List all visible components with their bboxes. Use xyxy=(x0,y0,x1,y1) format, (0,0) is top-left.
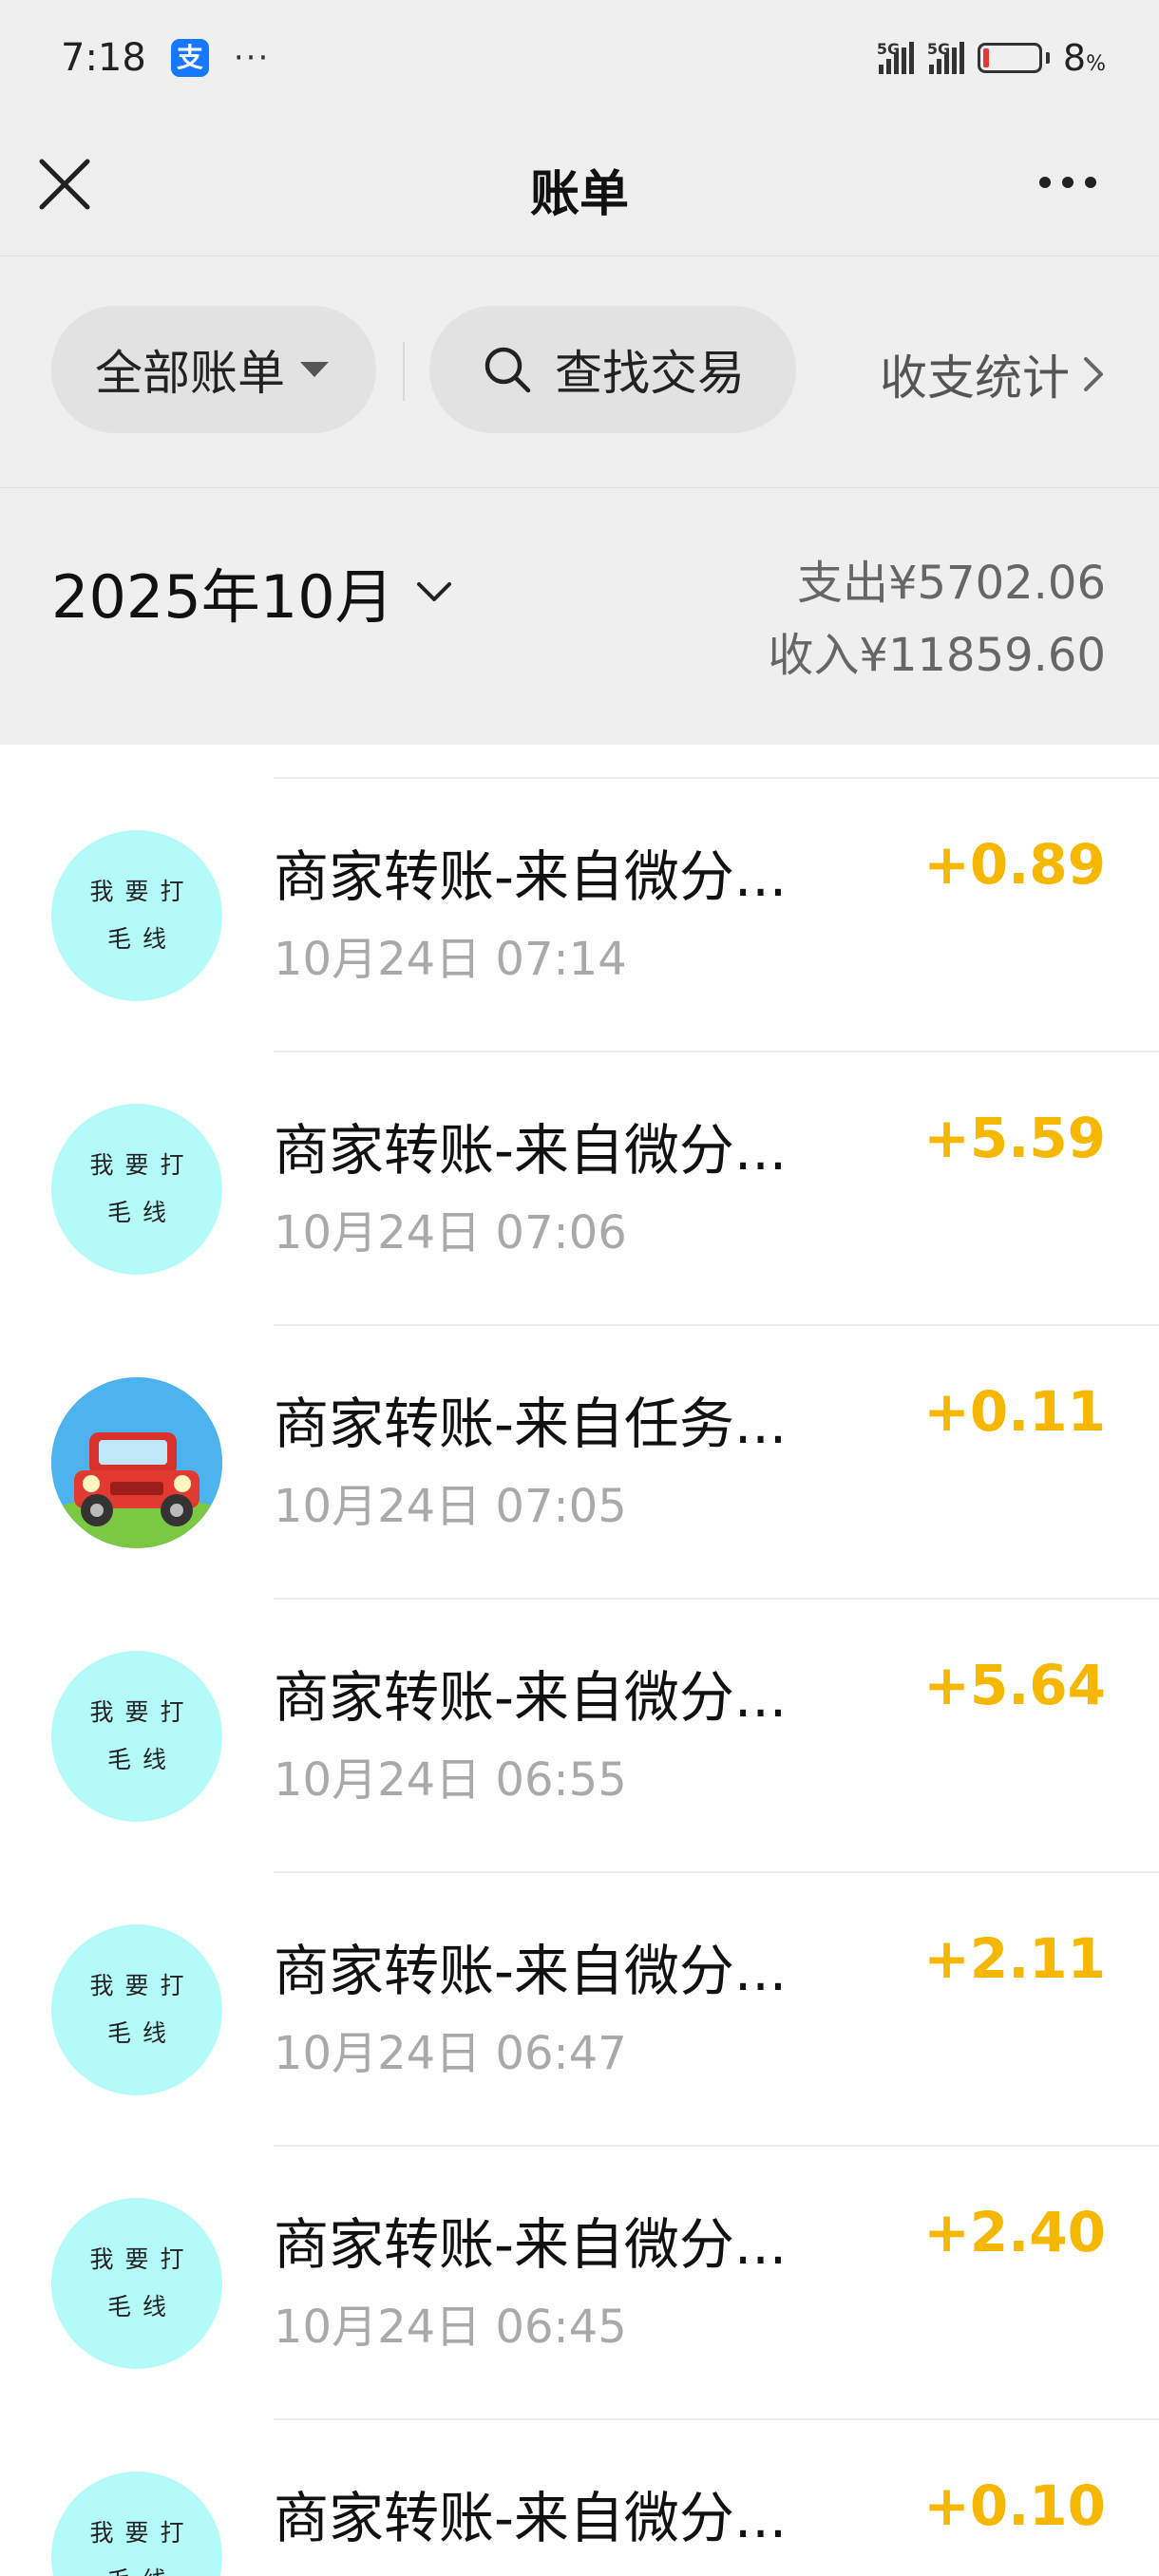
transaction-title: 商家转账-来自微分... xyxy=(274,2486,788,2550)
transaction-title: 商家转账-来自微分... xyxy=(274,2212,788,2277)
transaction-amount: +5.59 xyxy=(923,1106,1106,1170)
nav-bar: 账单 xyxy=(0,116,1159,256)
alipay-notification-icon: 支 xyxy=(170,39,209,77)
transaction-time: 10月24日 07:05 xyxy=(274,1480,627,1533)
transaction-row[interactable]: 我要打 毛线 商家转账-来自微分... 10月24日 07:06 +5.59 xyxy=(0,1052,1159,1326)
month-summary: 2025年10月 支出¥5702.06 收入¥11859.60 xyxy=(0,488,1159,745)
status-time: 7:18 xyxy=(61,36,146,80)
transaction-time: 10月24日 06:45 xyxy=(274,2301,627,2354)
stats-label: 收支统计 xyxy=(880,350,1070,406)
bills-screen: 7:18 支 ··· 5G 5G 8% 账单 全部账单 查找交易 收支统计 20… xyxy=(0,0,1159,2576)
more-button[interactable] xyxy=(1039,163,1106,201)
search-transactions-button[interactable]: 查找交易 xyxy=(429,306,796,433)
merchant-avatar: 我要打 毛线 xyxy=(51,1924,222,2095)
caret-down-icon xyxy=(300,362,329,377)
transaction-amount: +0.11 xyxy=(923,1379,1106,1444)
list-top-divider xyxy=(274,745,1159,779)
month-picker[interactable]: 2025年10月 xyxy=(51,549,453,635)
expense-total: 支出¥5702.06 xyxy=(796,557,1106,610)
income-expense-stats-link[interactable]: 收支统计 xyxy=(880,340,1106,408)
filter-bar: 全部账单 查找交易 收支统计 xyxy=(0,256,1159,488)
transaction-amount: +2.11 xyxy=(923,1926,1106,1991)
merchant-avatar: 我要打 毛线 xyxy=(51,830,222,1001)
car-icon xyxy=(51,1377,222,1548)
chevron-down-icon xyxy=(416,582,451,601)
merchant-avatar: 我要打 毛线 xyxy=(51,1651,222,1822)
status-left: 7:18 支 ··· xyxy=(61,36,270,80)
transaction-title: 商家转账-来自任务... xyxy=(274,1392,788,1456)
signal-icon-1: 5G xyxy=(876,40,914,74)
search-transactions-label: 查找交易 xyxy=(555,346,745,401)
merchant-avatar: 我要打 毛线 xyxy=(51,1104,222,1275)
transaction-list: 我要打 毛线 商家转账-来自微分... 10月24日 07:14 +0.89 我… xyxy=(0,745,1159,2576)
merchant-avatar: 我要打 毛线 xyxy=(51,2472,222,2576)
more-icon-dot xyxy=(1062,177,1074,188)
status-right: 5G 5G 8% xyxy=(877,37,1106,79)
transaction-row[interactable]: 我要打 毛线 商家转账-来自微分... 10月24日 07:14 +0.89 xyxy=(0,779,1159,1052)
month-label: 2025年10月 xyxy=(51,562,394,632)
battery-icon xyxy=(977,43,1050,73)
transaction-row[interactable]: 我要打 毛线 商家转账-来自微分... 10月24日 06:47 +2.11 xyxy=(0,1873,1159,2147)
transaction-time: 10月24日 06:47 xyxy=(274,2027,627,2080)
page-title: 账单 xyxy=(529,166,629,223)
transaction-title: 商家转账-来自微分... xyxy=(274,1665,788,1730)
search-icon xyxy=(484,347,531,393)
transaction-amount: +0.89 xyxy=(923,832,1106,897)
transaction-title: 商家转账-来自微分... xyxy=(274,1939,788,2003)
transaction-time: 10月24日 06:55 xyxy=(274,1753,627,1807)
transaction-time: 10月24日 07:06 xyxy=(274,1206,627,1260)
transaction-amount: +5.64 xyxy=(923,1653,1106,1717)
transaction-row[interactable]: 我要打 毛线 商家转账-来自微分... 10月24日 06:45 +2.40 xyxy=(0,2147,1159,2420)
merchant-avatar: 我要打 毛线 xyxy=(51,2198,222,2369)
battery-percent: 8% xyxy=(1062,37,1106,79)
more-icon-dot xyxy=(1039,177,1051,188)
status-bar: 7:18 支 ··· 5G 5G 8% xyxy=(0,0,1159,116)
income-total: 收入¥11859.60 xyxy=(768,629,1106,682)
transaction-row[interactable]: 我要打 毛线 商家转账-来自微分... 10月24日 06:55 +5.64 xyxy=(0,1600,1159,1873)
network-type-label: 5G xyxy=(926,40,951,58)
transaction-amount: +2.40 xyxy=(923,2200,1106,2264)
transaction-row[interactable]: 商家转账-来自任务... 10月24日 07:05 +0.11 xyxy=(0,1326,1159,1600)
all-bills-label: 全部账单 xyxy=(95,346,285,401)
notification-more-icon: ··· xyxy=(233,39,271,77)
network-type-label: 5G xyxy=(876,40,901,58)
signal-icon-2: 5G xyxy=(926,40,964,74)
more-icon-dot xyxy=(1085,177,1096,188)
transaction-amount: +0.10 xyxy=(923,2473,1106,2538)
filter-divider xyxy=(403,342,405,401)
transaction-time: 10月24日 07:14 xyxy=(274,933,627,986)
all-bills-dropdown[interactable]: 全部账单 xyxy=(51,306,376,433)
chevron-right-icon xyxy=(1084,357,1103,391)
transaction-title: 商家转账-来自微分... xyxy=(274,1118,788,1183)
transaction-row[interactable]: 我要打 毛线 商家转账-来自微分... +0.10 xyxy=(0,2420,1159,2576)
merchant-avatar xyxy=(51,1377,222,1548)
month-totals: 支出¥5702.06 收入¥11859.60 xyxy=(768,547,1106,691)
transaction-title: 商家转账-来自微分... xyxy=(274,844,788,909)
